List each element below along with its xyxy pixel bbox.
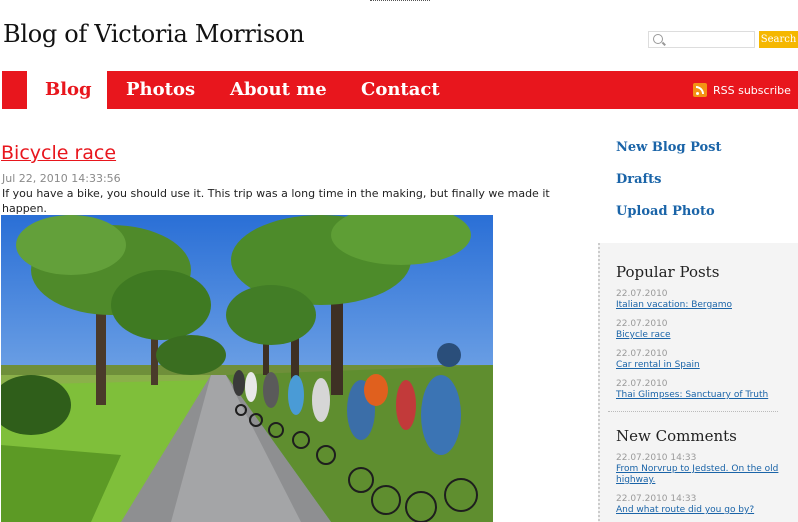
nav-bar-edge <box>0 71 2 109</box>
comment-date: 22.07.2010 14:33 <box>616 453 697 463</box>
post-body: If you have a bike, you should use it. T… <box>2 187 550 215</box>
search-button[interactable]: Search <box>759 31 798 48</box>
popular-post-date: 22.07.2010 <box>616 289 668 299</box>
sidebar-divider <box>608 411 778 412</box>
popular-post-link[interactable]: Italian vacation: Bergamo <box>616 300 786 311</box>
post-date: Jul 22, 2010 14:33:56 <box>2 172 121 185</box>
popular-post-link[interactable]: Thai Glimpses: Sanctuary of Truth <box>616 390 786 401</box>
comment-date: 22.07.2010 14:33 <box>616 494 697 504</box>
new-comments-heading: New Comments <box>616 427 737 445</box>
bicycle-photo-image <box>1 215 493 522</box>
new-blog-post-link[interactable]: New Blog Post <box>616 140 722 155</box>
top-divider <box>370 0 430 2</box>
comment-link[interactable]: From Norvrup to Jedsted. On the old high… <box>616 464 786 486</box>
popular-post-link[interactable]: Bicycle race <box>616 330 786 341</box>
nav-item-photos[interactable]: Photos <box>126 79 195 100</box>
popular-post-date: 22.07.2010 <box>616 319 668 329</box>
popular-post-date: 22.07.2010 <box>616 349 668 359</box>
popular-post-date: 22.07.2010 <box>616 379 668 389</box>
search-icon <box>653 34 663 44</box>
rss-subscribe-link[interactable]: RSS subscribe <box>713 84 791 97</box>
search-input[interactable] <box>665 32 753 47</box>
popular-post-link[interactable]: Car rental in Spain <box>616 360 786 371</box>
upload-photo-link[interactable]: Upload Photo <box>616 204 715 219</box>
drafts-link[interactable]: Drafts <box>616 172 661 187</box>
site-title: Blog of Victoria Morrison <box>3 20 305 48</box>
popular-posts-heading: Popular Posts <box>616 263 720 281</box>
rss-icon[interactable] <box>693 83 707 97</box>
nav-item-about-me[interactable]: About me <box>230 79 327 100</box>
post-title-link[interactable]: Bicycle race <box>1 142 116 164</box>
comment-link[interactable]: And what route did you go by? <box>616 505 786 516</box>
post-photo <box>1 215 493 522</box>
nav-item-blog[interactable]: Blog <box>45 79 92 100</box>
search-box[interactable] <box>648 31 755 48</box>
nav-item-contact[interactable]: Contact <box>361 79 440 100</box>
